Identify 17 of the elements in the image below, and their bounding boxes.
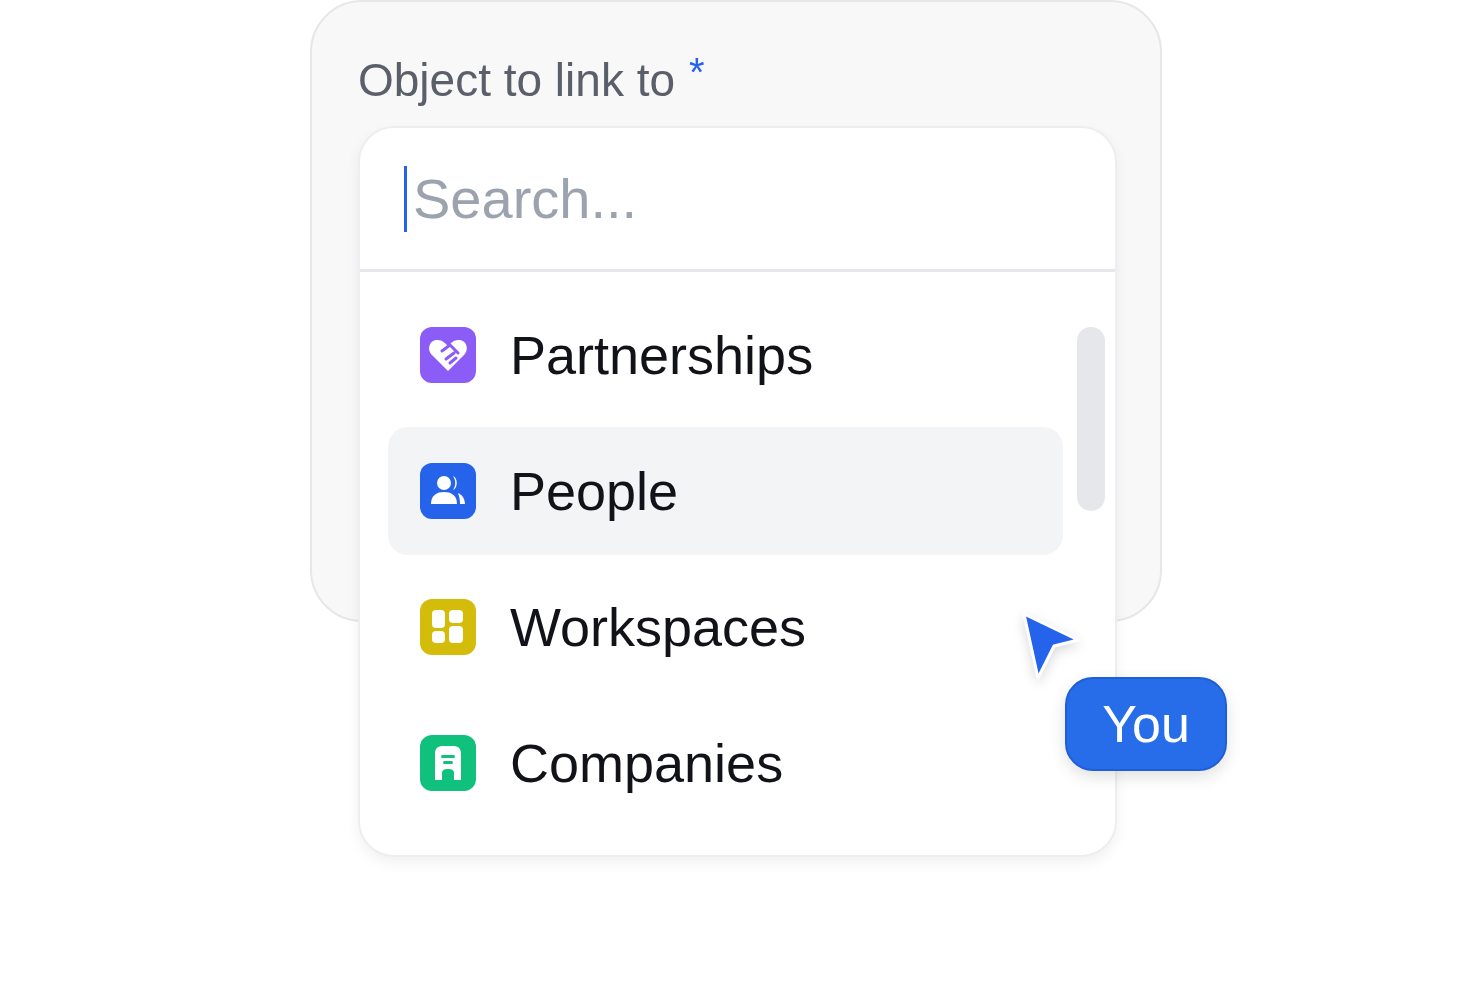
handshake-icon: [420, 327, 476, 383]
user-name-tag: You: [1065, 677, 1227, 771]
option-label: Companies: [510, 732, 784, 794]
search-field[interactable]: Search...: [404, 165, 1055, 232]
grid-icon: [420, 599, 476, 655]
field-label: Object to link to: [358, 53, 676, 108]
option-item[interactable]: Workspaces: [388, 563, 1063, 691]
building-icon: [420, 735, 476, 791]
option-label: Workspaces: [510, 596, 807, 658]
scrollbar-thumb[interactable]: [1077, 327, 1105, 511]
option-item[interactable]: Partnerships: [388, 291, 1063, 419]
option-label: People: [510, 460, 679, 522]
option-item[interactable]: Companies: [388, 699, 1063, 827]
required-mark: *: [689, 52, 705, 92]
option-label: Partnerships: [510, 324, 814, 386]
people-icon: [420, 463, 476, 519]
option-item[interactable]: People: [388, 427, 1063, 555]
